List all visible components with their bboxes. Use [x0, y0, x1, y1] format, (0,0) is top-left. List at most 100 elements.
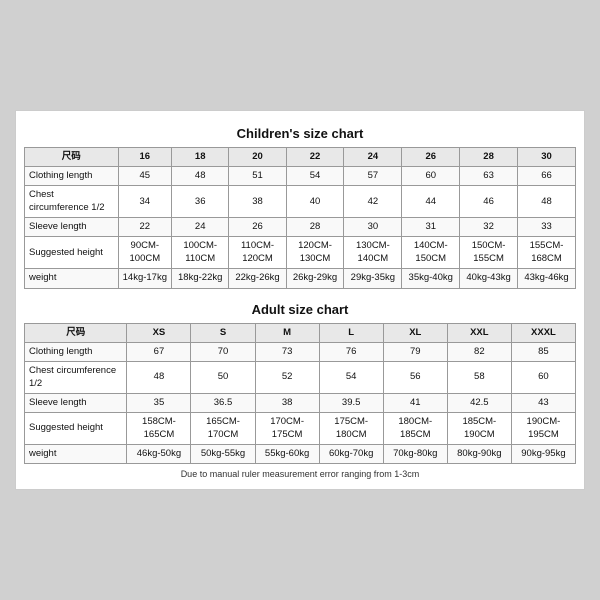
cell-value: 51	[229, 167, 286, 186]
row-label: weight	[25, 444, 127, 463]
adult-col-header: M	[255, 323, 319, 342]
cell-value: 44	[402, 186, 460, 218]
cell-value: 76	[319, 342, 383, 361]
cell-value: 38	[229, 186, 286, 218]
adult-size-table: 尺码XSSMLXLXXLXXXL Clothing length67707376…	[24, 323, 576, 465]
children-col-header: 30	[518, 147, 576, 166]
cell-value: 55kg-60kg	[255, 444, 319, 463]
cell-value: 46	[460, 186, 518, 218]
cell-value: 155CM-168CM	[518, 237, 576, 269]
cell-value: 54	[286, 167, 344, 186]
cell-value: 80kg-90kg	[447, 444, 511, 463]
cell-value: 73	[255, 342, 319, 361]
cell-value: 185CM-190CM	[447, 413, 511, 445]
cell-value: 46kg-50kg	[127, 444, 191, 463]
cell-value: 170CM-175CM	[255, 413, 319, 445]
children-col-header: 尺码	[25, 147, 119, 166]
cell-value: 58	[447, 362, 511, 394]
row-label: Suggested height	[25, 237, 119, 269]
size-chart-container: Children's size chart 尺码1618202224262830…	[15, 110, 585, 491]
cell-value: 41	[383, 393, 447, 412]
cell-value: 90kg-95kg	[511, 444, 575, 463]
table-row: weight46kg-50kg50kg-55kg55kg-60kg60kg-70…	[25, 444, 576, 463]
cell-value: 31	[402, 218, 460, 237]
cell-value: 90CM-100CM	[118, 237, 171, 269]
cell-value: 60	[402, 167, 460, 186]
cell-value: 67	[127, 342, 191, 361]
cell-value: 82	[447, 342, 511, 361]
adult-chart-title: Adult size chart	[24, 297, 576, 323]
cell-value: 50kg-55kg	[191, 444, 255, 463]
adult-col-header: XS	[127, 323, 191, 342]
children-col-header: 20	[229, 147, 286, 166]
adult-col-header: XL	[383, 323, 447, 342]
table-row: Clothing length4548515457606366	[25, 167, 576, 186]
cell-value: 34	[118, 186, 171, 218]
row-label: Clothing length	[25, 342, 127, 361]
cell-value: 175CM-180CM	[319, 413, 383, 445]
cell-value: 18kg-22kg	[172, 269, 229, 288]
cell-value: 42	[344, 186, 402, 218]
footnote-text: Due to manual ruler measurement error ra…	[24, 464, 576, 479]
children-col-header: 22	[286, 147, 344, 166]
cell-value: 140CM-150CM	[402, 237, 460, 269]
cell-value: 120CM-130CM	[286, 237, 344, 269]
cell-value: 22kg-26kg	[229, 269, 286, 288]
cell-value: 57	[344, 167, 402, 186]
adult-col-header: XXL	[447, 323, 511, 342]
cell-value: 35kg-40kg	[402, 269, 460, 288]
cell-value: 66	[518, 167, 576, 186]
cell-value: 79	[383, 342, 447, 361]
table-row: Suggested height90CM-100CM100CM-110CM110…	[25, 237, 576, 269]
cell-value: 50	[191, 362, 255, 394]
cell-value: 48	[127, 362, 191, 394]
cell-value: 40	[286, 186, 344, 218]
cell-value: 42.5	[447, 393, 511, 412]
children-col-header: 28	[460, 147, 518, 166]
cell-value: 48	[518, 186, 576, 218]
row-label: Sleeve length	[25, 218, 119, 237]
cell-value: 35	[127, 393, 191, 412]
cell-value: 60kg-70kg	[319, 444, 383, 463]
table-row: Chest circumference 1/248505254565860	[25, 362, 576, 394]
children-col-header: 26	[402, 147, 460, 166]
adult-col-header: S	[191, 323, 255, 342]
children-size-table: 尺码1618202224262830 Clothing length454851…	[24, 147, 576, 289]
cell-value: 110CM-120CM	[229, 237, 286, 269]
adult-col-header: 尺码	[25, 323, 127, 342]
cell-value: 38	[255, 393, 319, 412]
cell-value: 130CM-140CM	[344, 237, 402, 269]
row-label: Chest circumference 1/2	[25, 186, 119, 218]
cell-value: 26	[229, 218, 286, 237]
cell-value: 54	[319, 362, 383, 394]
children-col-header: 18	[172, 147, 229, 166]
cell-value: 63	[460, 167, 518, 186]
table-row: Sleeve length2224262830313233	[25, 218, 576, 237]
cell-value: 24	[172, 218, 229, 237]
row-label: Sleeve length	[25, 393, 127, 412]
cell-value: 158CM-165CM	[127, 413, 191, 445]
row-label: Suggested height	[25, 413, 127, 445]
cell-value: 36	[172, 186, 229, 218]
cell-value: 32	[460, 218, 518, 237]
table-row: Suggested height158CM-165CM165CM-170CM17…	[25, 413, 576, 445]
cell-value: 33	[518, 218, 576, 237]
children-col-header: 24	[344, 147, 402, 166]
table-row: Sleeve length3536.53839.54142.543	[25, 393, 576, 412]
cell-value: 100CM-110CM	[172, 237, 229, 269]
cell-value: 30	[344, 218, 402, 237]
adult-col-header: XXXL	[511, 323, 575, 342]
cell-value: 29kg-35kg	[344, 269, 402, 288]
cell-value: 56	[383, 362, 447, 394]
cell-value: 39.5	[319, 393, 383, 412]
children-col-header: 16	[118, 147, 171, 166]
table-row: weight14kg-17kg18kg-22kg22kg-26kg26kg-29…	[25, 269, 576, 288]
cell-value: 43kg-46kg	[518, 269, 576, 288]
cell-value: 180CM-185CM	[383, 413, 447, 445]
row-label: weight	[25, 269, 119, 288]
cell-value: 22	[118, 218, 171, 237]
children-chart-title: Children's size chart	[24, 121, 576, 147]
cell-value: 52	[255, 362, 319, 394]
cell-value: 28	[286, 218, 344, 237]
cell-value: 150CM-155CM	[460, 237, 518, 269]
